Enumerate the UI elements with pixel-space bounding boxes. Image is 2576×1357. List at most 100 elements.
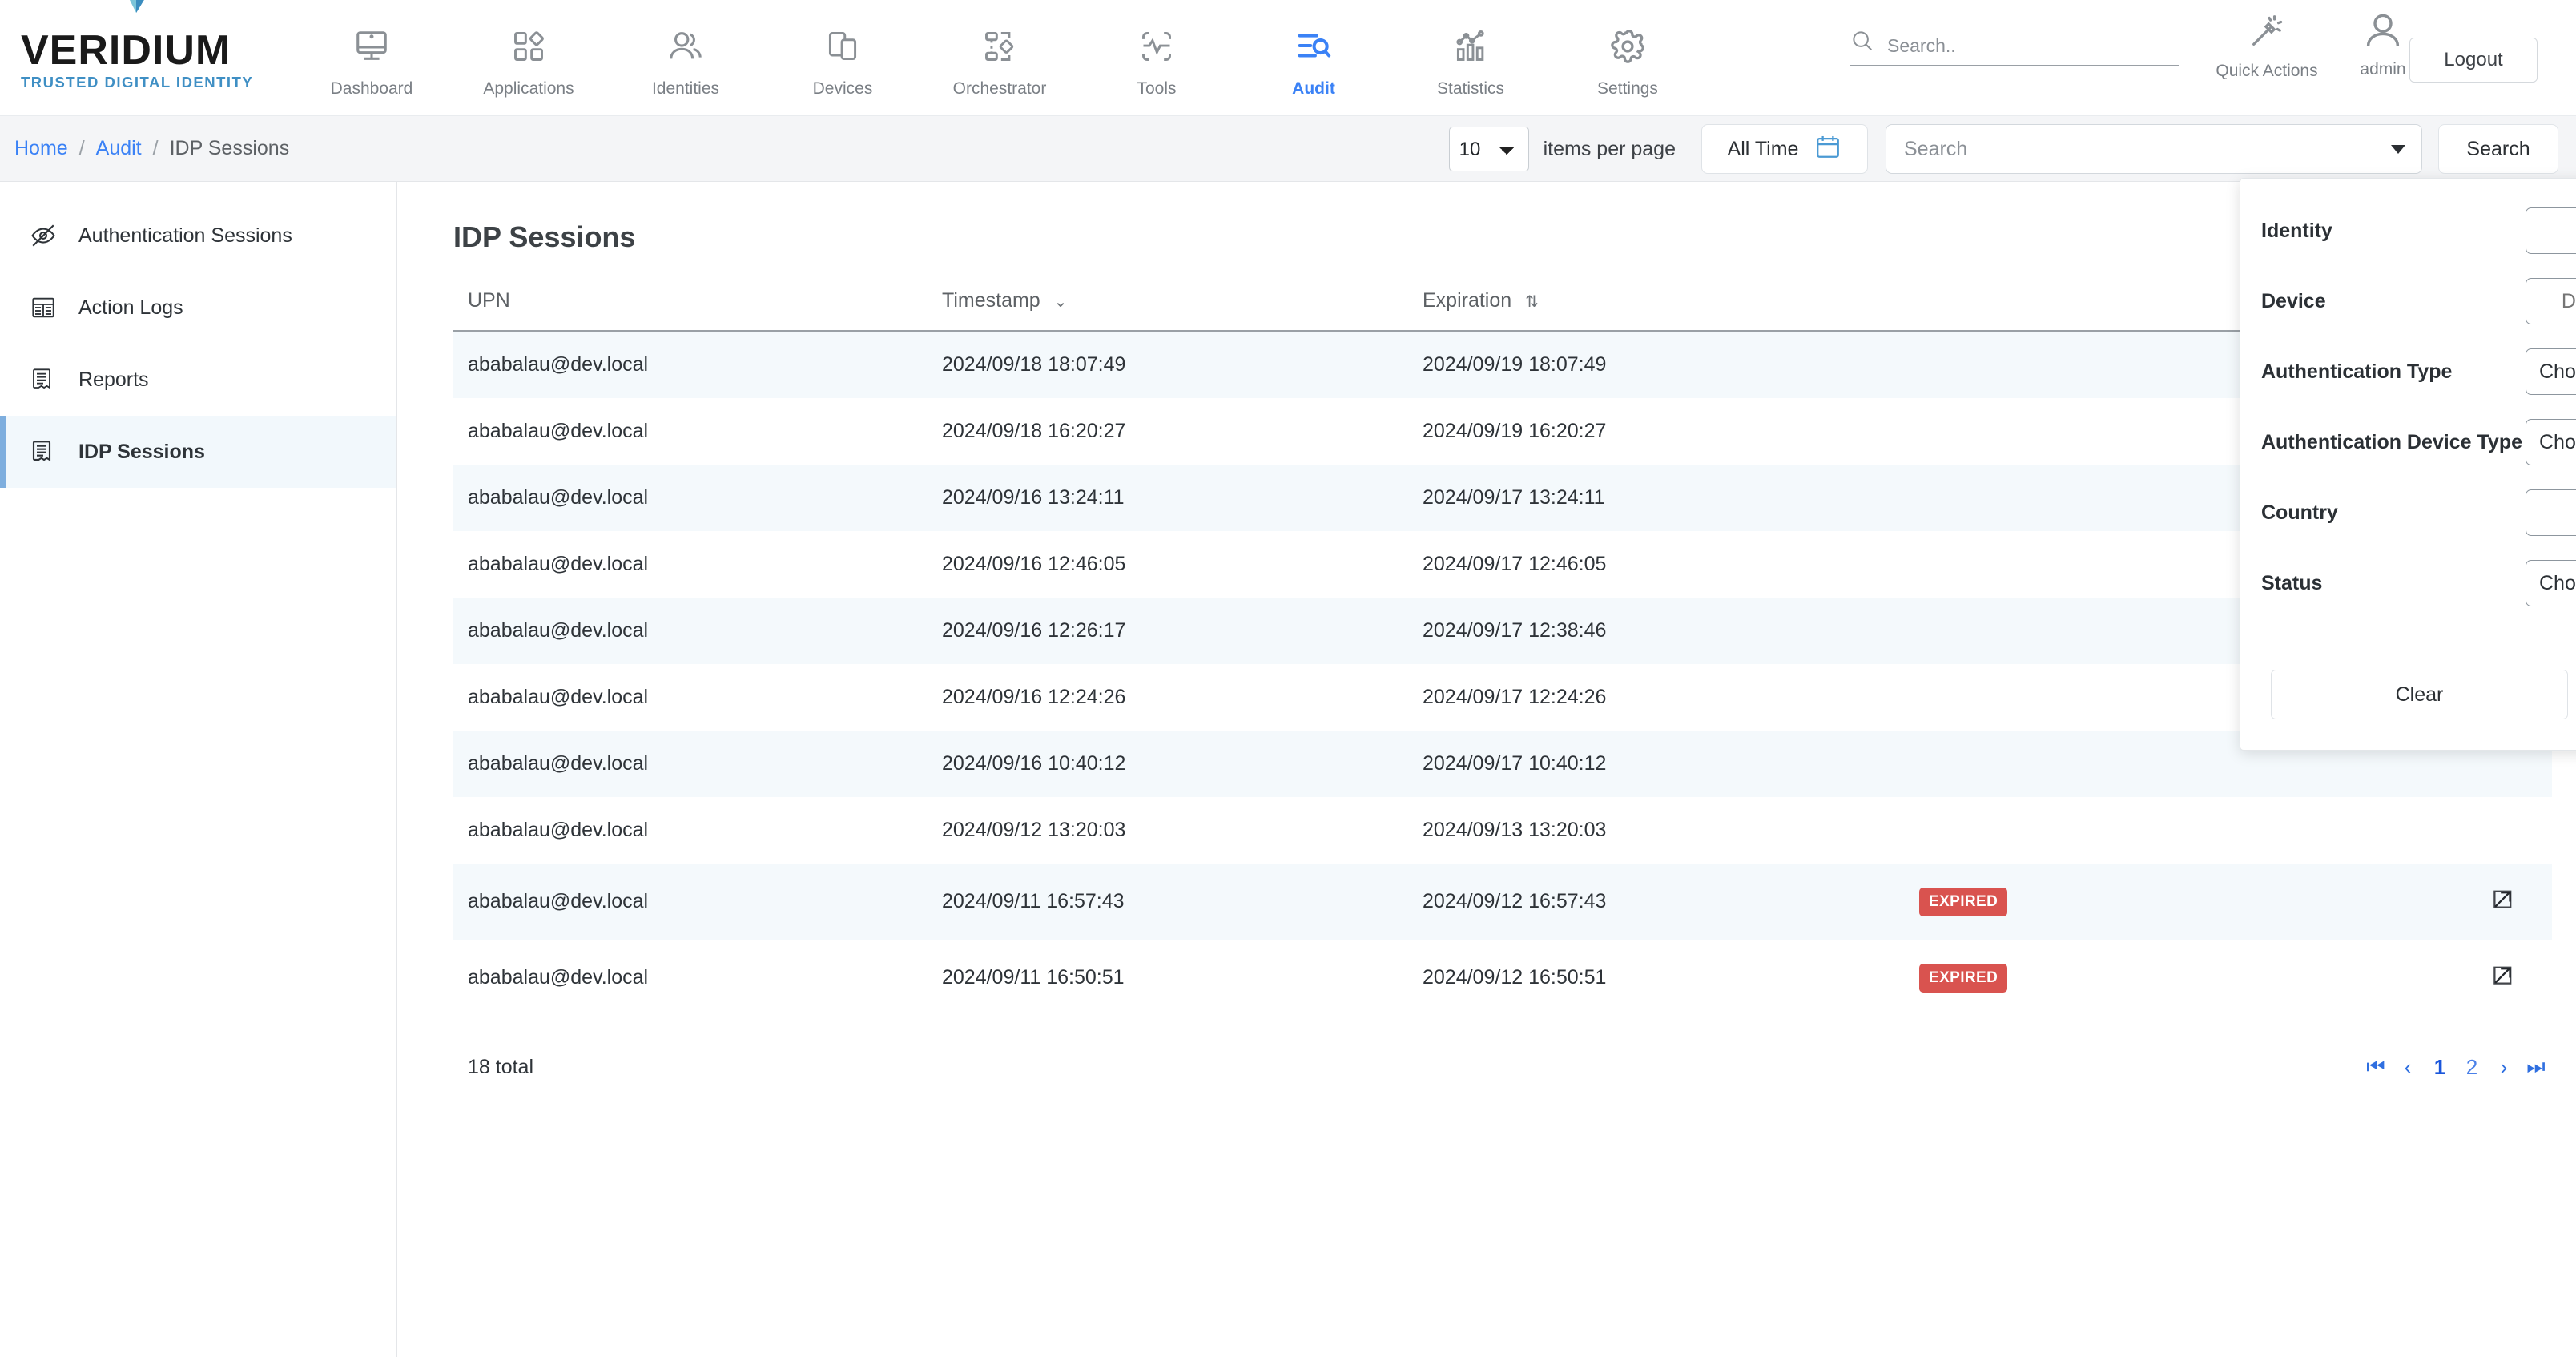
status-badge: EXPIRED [1919, 964, 2007, 993]
filter-row-identity: Identity [2261, 207, 2576, 254]
nav-label: Statistics [1437, 79, 1504, 99]
eye-slash-icon [29, 222, 58, 249]
magic-wand-icon [2248, 13, 2285, 54]
cell-expiration: 2024/09/12 16:57:43 [1423, 864, 1919, 940]
table-row[interactable]: ababalau@dev.local 2024/09/16 12:24:26 2… [453, 664, 2552, 731]
clear-button[interactable]: Clear [2271, 670, 2568, 719]
pagination-next[interactable]: › [2488, 1051, 2520, 1083]
brand-logo[interactable]: VERIDIUM TRUSTED DIGITAL IDENTITY [21, 25, 261, 91]
sidebar-item-idp-sessions[interactable]: IDP Sessions [0, 416, 396, 488]
filter-label-identity: Identity [2261, 218, 2526, 244]
cell-status [1919, 398, 2272, 465]
breadcrumb-toolbar: Home / Audit / IDP Sessions 10 items per… [0, 116, 2576, 182]
nav-label: Orchestrator [953, 79, 1047, 99]
cell-upn: ababalau@dev.local [453, 598, 942, 664]
open-external-icon[interactable] [2489, 885, 2517, 918]
cell-timestamp: 2024/09/16 12:26:17 [942, 598, 1423, 664]
cell-status [1919, 531, 2272, 598]
bar-chart-icon [1453, 23, 1488, 70]
logout-button[interactable]: Logout [2409, 38, 2538, 83]
filter-label-country: Country [2261, 500, 2526, 526]
nav-item-audit[interactable]: Audit [1235, 23, 1392, 99]
table-row[interactable]: ababalau@dev.local 2024/09/16 12:46:05 2… [453, 531, 2552, 598]
nav-item-settings[interactable]: Settings [1549, 23, 1706, 99]
global-search[interactable] [1850, 29, 2179, 66]
breadcrumb-audit[interactable]: Audit [96, 137, 142, 160]
breadcrumb-current: IDP Sessions [170, 137, 290, 160]
time-range-filter-button[interactable]: All Time [1701, 124, 1868, 174]
nav-item-dashboard[interactable]: Dashboard [293, 23, 450, 99]
veridium-check-icon [120, 0, 155, 14]
table-row[interactable]: ababalau@dev.local 2024/09/18 16:20:27 2… [453, 398, 2552, 465]
column-label: Expiration [1423, 289, 1511, 312]
column-header-timestamp[interactable]: Timestamp ⌄ [942, 289, 1423, 331]
main-content: IDP Sessions UPN Timestamp ⌄ Expiration … [397, 182, 2576, 1357]
calendar-icon [1814, 133, 1841, 166]
people-icon [667, 23, 704, 70]
pagination-page-1[interactable]: 1 [2424, 1051, 2456, 1083]
table-header: UPN Timestamp ⌄ Expiration ⇅ [453, 289, 2552, 331]
cell-timestamp: 2024/09/16 12:24:26 [942, 664, 1423, 731]
cell-upn: ababalau@dev.local [453, 940, 942, 1016]
cell-status [1919, 465, 2272, 531]
nav-item-applications[interactable]: Applications [450, 23, 607, 99]
authentication-type-select[interactable]: Choose Authentication Type... [2526, 348, 2576, 395]
nav-item-tools[interactable]: Tools [1078, 23, 1235, 99]
search-scope-dropdown[interactable]: Search [1886, 124, 2422, 174]
pagination-last[interactable]: ⏭ [2520, 1051, 2552, 1083]
nav-item-devices[interactable]: Devices [764, 23, 921, 99]
sidebar-item-authentication-sessions[interactable]: Authentication Sessions [0, 199, 396, 272]
search-input[interactable] [1887, 35, 2179, 57]
monitor-icon [353, 23, 390, 70]
cell-status [1919, 331, 2272, 398]
filter-label-authentication-type: Authentication Type [2261, 359, 2526, 385]
document-icon [29, 367, 58, 393]
table-row[interactable]: ababalau@dev.local 2024/09/11 16:57:43 2… [453, 864, 2552, 940]
sidebar-item-reports[interactable]: Reports [0, 344, 396, 416]
cell-expiration: 2024/09/13 13:20:03 [1423, 797, 1919, 864]
nav-item-orchestrator[interactable]: Orchestrator [921, 23, 1078, 99]
nav-label: Applications [483, 79, 574, 99]
sidebar-item-label: Action Logs [78, 296, 183, 320]
cell-expiration: 2024/09/17 12:38:46 [1423, 598, 1919, 664]
column-header-upn[interactable]: UPN [453, 289, 942, 331]
breadcrumb-home[interactable]: Home [14, 137, 68, 160]
sidebar-item-label: Authentication Sessions [78, 224, 292, 248]
sidebar-item-action-logs[interactable]: Action Logs [0, 272, 396, 344]
nav-item-identities[interactable]: Identities [607, 23, 764, 99]
sidebar-item-label: IDP Sessions [78, 441, 205, 464]
authentication-device-type-select[interactable]: Choose Authentication Device [2526, 419, 2576, 465]
gear-icon [1609, 23, 1646, 70]
table-row[interactable]: ababalau@dev.local 2024/09/18 18:07:49 2… [453, 331, 2552, 398]
device-input[interactable] [2526, 278, 2576, 324]
items-per-page-select[interactable]: 10 [1449, 127, 1529, 171]
pagination-first[interactable]: ⏮ [2360, 1051, 2392, 1083]
pagination-page-2[interactable]: 2 [2456, 1051, 2488, 1083]
column-header-expiration[interactable]: Expiration ⇅ [1423, 289, 1919, 331]
user-name: admin [2360, 60, 2405, 79]
country-input[interactable] [2526, 489, 2576, 536]
sidebar-item-label: Reports [78, 368, 149, 392]
identity-input[interactable] [2526, 207, 2576, 254]
cell-timestamp: 2024/09/11 16:50:51 [942, 940, 1423, 1016]
table-row[interactable]: ababalau@dev.local 2024/09/16 12:26:17 2… [453, 598, 2552, 664]
cell-expiration: 2024/09/17 10:40:12 [1423, 731, 1919, 797]
open-external-icon[interactable] [2489, 961, 2517, 994]
table-row[interactable]: ababalau@dev.local 2024/09/12 13:20:03 2… [453, 797, 2552, 864]
status-select[interactable]: Choose Status... [2526, 560, 2576, 606]
cell-status [1919, 598, 2272, 664]
toolbar-search-button[interactable]: Search [2438, 124, 2558, 174]
cell-status: EXPIRED [1919, 864, 2272, 940]
brand-name: VERIDIUM [21, 30, 231, 71]
table-row[interactable]: ababalau@dev.local 2024/09/16 10:40:12 2… [453, 731, 2552, 797]
quick-actions-button[interactable]: Quick Actions [2195, 13, 2339, 81]
filter-label-device: Device [2261, 288, 2526, 315]
nav-label: Audit [1292, 79, 1335, 99]
total-count: 18 total [468, 1056, 533, 1079]
table-row[interactable]: ababalau@dev.local 2024/09/11 16:50:51 2… [453, 940, 2552, 1016]
pagination-prev[interactable]: ‹ [2392, 1051, 2424, 1083]
document-icon [29, 439, 58, 465]
table-header-row: UPN Timestamp ⌄ Expiration ⇅ [453, 289, 2552, 331]
table-row[interactable]: ababalau@dev.local 2024/09/16 13:24:11 2… [453, 465, 2552, 531]
nav-item-statistics[interactable]: Statistics [1392, 23, 1549, 99]
